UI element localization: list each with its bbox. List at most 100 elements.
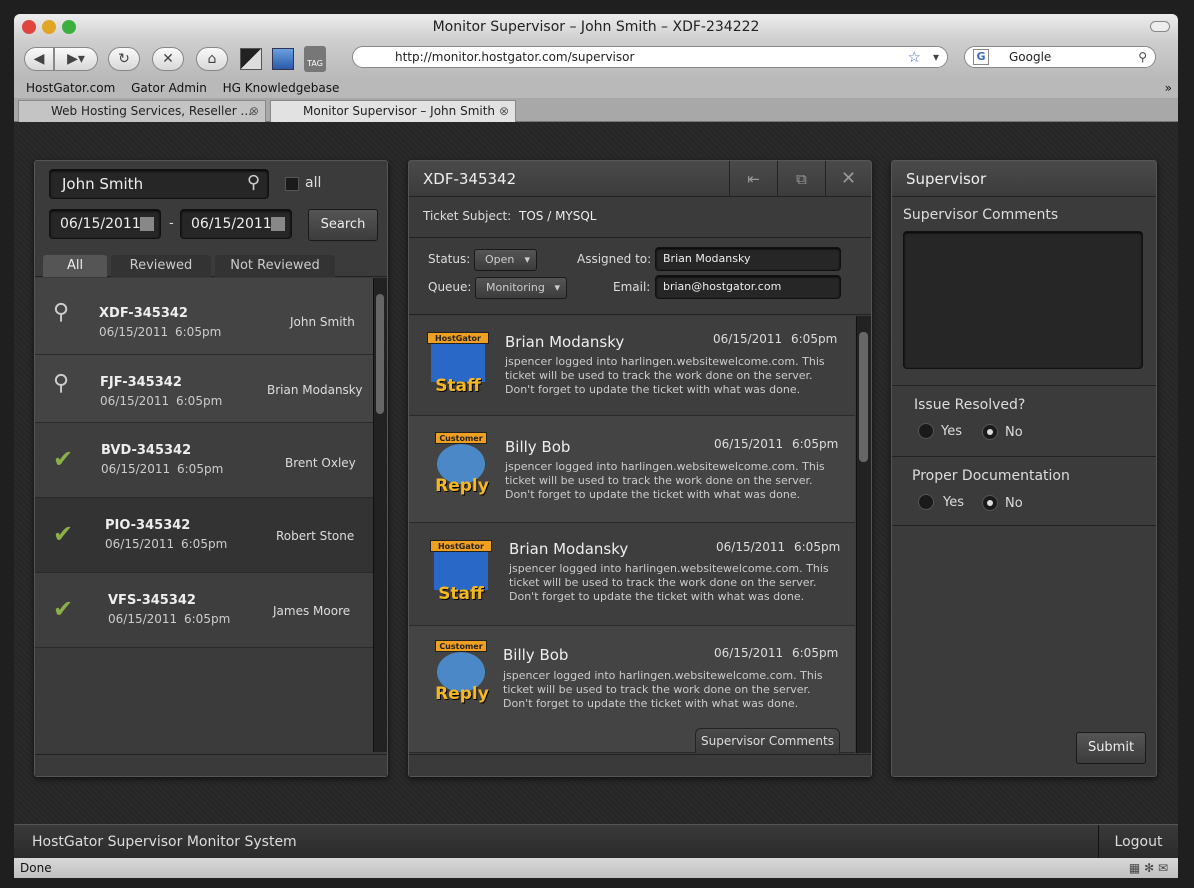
- ticket-row[interactable]: ⚲ FJF-345342 06/15/2011 6:05pm Brian Mod…: [35, 355, 373, 423]
- supervisor-comments-textarea[interactable]: [903, 231, 1143, 369]
- ticket-id: BVD-345342: [101, 443, 192, 458]
- message-scrollbar[interactable]: [856, 316, 871, 753]
- ticket-time: 6:05pm: [175, 325, 222, 339]
- message-author: Brian Modansky: [505, 333, 625, 351]
- url-dropdown-icon[interactable]: ▾: [933, 47, 939, 67]
- customer-avatar: Customer Reply: [431, 640, 493, 706]
- close-window-icon[interactable]: [22, 20, 36, 34]
- browser-tab-webhosting[interactable]: Web Hosting Services, Reseller ... ⊗: [18, 100, 266, 122]
- reload-button[interactable]: ↻: [108, 47, 140, 71]
- magnifier-search-icon[interactable]: ⚲: [247, 169, 260, 197]
- bookmark-page-icon[interactable]: [272, 48, 294, 70]
- date-to-input[interactable]: 06/15/2011: [180, 209, 292, 239]
- badge-top: Customer: [435, 432, 487, 444]
- ticket-assignee: James Moore: [273, 604, 351, 618]
- bookmark-hg-knowledgebase[interactable]: HG Knowledgebase: [223, 81, 340, 95]
- ticket-time: 6:05pm: [184, 612, 231, 626]
- date-from-input[interactable]: 06/15/2011: [49, 209, 161, 239]
- badge-top: HostGator: [427, 332, 489, 344]
- bookmark-gator-admin[interactable]: Gator Admin: [131, 81, 207, 95]
- subject-value: TOS / MYSQL: [519, 209, 597, 223]
- calendar-icon[interactable]: [271, 217, 285, 231]
- badge-bottom: Staff: [435, 376, 481, 396]
- issue-yes-radio[interactable]: [918, 423, 934, 439]
- badge-bottom: Staff: [438, 584, 484, 604]
- message-author: Brian Modansky: [509, 540, 629, 558]
- ticket-row[interactable]: ✔ VFS-345342 06/15/2011 6:05pm James Moo…: [35, 573, 373, 648]
- ticket-id: VFS-345342: [108, 593, 196, 608]
- doc-yes-radio[interactable]: [918, 494, 934, 510]
- close-tab-icon[interactable]: ⊗: [499, 101, 509, 121]
- doc-no-radio[interactable]: [982, 495, 998, 511]
- supervisor-header: Supervisor: [892, 161, 1156, 197]
- customer-avatar: Customer Reply: [431, 432, 493, 498]
- tab-reviewed[interactable]: Reviewed: [111, 255, 211, 277]
- star-icon[interactable]: ☆: [908, 47, 921, 67]
- ticket-list: ⚲ XDF-345342 06/15/2011 6:05pm John Smit…: [35, 278, 373, 752]
- close-icon[interactable]: ✕: [825, 161, 871, 197]
- tab-all[interactable]: All: [43, 255, 107, 277]
- all-checkbox[interactable]: [285, 177, 299, 191]
- search-icon[interactable]: ⚲: [1138, 47, 1147, 67]
- check-icon: ✔: [53, 445, 74, 473]
- supervisor-comments-tab[interactable]: Supervisor Comments: [695, 728, 840, 753]
- status-select[interactable]: Open ▾: [474, 249, 537, 271]
- browser-toolbar: ◀ ▶▾ ↻ ✕ ⌂ TAG http://monitor.hostgator.…: [14, 40, 1178, 78]
- status-icons: ▦ ✻ ✉: [1128, 861, 1168, 875]
- browser-window: Monitor Supervisor – John Smith – XDF-23…: [0, 0, 1194, 888]
- message-date: 06/15/2011: [714, 646, 784, 660]
- ticket-meta: Status: Open ▾ Queue: Monitoring ▾ Assigne…: [409, 239, 871, 315]
- ticket-time: 6:05pm: [176, 394, 223, 408]
- stop-button[interactable]: ✕: [152, 47, 184, 71]
- ticket-date: 06/15/2011: [108, 612, 178, 626]
- ticket-row[interactable]: ✔ PIO-345342 06/15/2011 6:05pm Robert St…: [35, 498, 373, 573]
- page-content: John Smith ⚲ all 06/15/2011 - 06/15/2011…: [14, 122, 1178, 858]
- email-value: brian@hostgator.com: [663, 280, 782, 293]
- toolbar-toggle-icon[interactable]: [1150, 21, 1170, 32]
- ticket-id: PIO-345342: [105, 518, 191, 533]
- web-search-input[interactable]: G Google ⚲: [964, 46, 1156, 68]
- message-date: 06/15/2011: [714, 437, 784, 451]
- ticket-row[interactable]: ⚲ XDF-345342 06/15/2011 6:05pm John Smit…: [35, 278, 373, 355]
- scroll-thumb[interactable]: [376, 294, 384, 414]
- search-engine-name: Google: [1009, 50, 1052, 64]
- calendar-icon[interactable]: [140, 217, 154, 231]
- bookmark-hostgator[interactable]: HostGator.com: [26, 81, 115, 95]
- extension-icon[interactable]: [240, 48, 262, 70]
- logout-button[interactable]: Logout: [1098, 825, 1178, 859]
- submit-button[interactable]: Submit: [1076, 732, 1146, 764]
- ticket-list-scrollbar[interactable]: [373, 278, 387, 752]
- queue-select[interactable]: Monitoring ▾: [475, 277, 567, 299]
- zoom-window-icon[interactable]: [62, 20, 76, 34]
- close-tab-icon[interactable]: ⊗: [249, 101, 259, 121]
- ticket-assignee: John Smith: [290, 315, 355, 329]
- bookmarks-overflow-icon[interactable]: »: [1165, 78, 1172, 98]
- popout-icon[interactable]: ⧉: [777, 161, 825, 197]
- title-bar: Monitor Supervisor – John Smith – XDF-23…: [14, 14, 1178, 40]
- message-date: 06/15/2011: [713, 332, 783, 346]
- filter-tabs: All Reviewed Not Reviewed: [35, 251, 387, 277]
- forward-button[interactable]: ▶▾: [54, 47, 98, 71]
- message-body: jspencer logged into harlingen.websitewe…: [505, 355, 825, 396]
- ticket-assignee: Brent Oxley: [285, 456, 356, 470]
- minimize-window-icon[interactable]: [42, 20, 56, 34]
- browser-tab-monitor[interactable]: Monitor Supervisor – John Smith ⊗: [270, 100, 516, 122]
- issue-no-radio[interactable]: [982, 424, 998, 440]
- message-item: Customer Reply Billy Bob 06/15/2011 6:05…: [409, 626, 855, 753]
- queue-label: Queue:: [428, 280, 472, 294]
- url-bar[interactable]: http://monitor.hostgator.com/supervisor …: [352, 46, 948, 68]
- email-input[interactable]: brian@hostgator.com: [655, 275, 841, 299]
- tab-not-reviewed[interactable]: Not Reviewed: [215, 255, 335, 277]
- search-input[interactable]: John Smith ⚲: [49, 169, 269, 199]
- collapse-icon[interactable]: ⇤: [729, 161, 777, 197]
- assigned-input[interactable]: Brian Modansky: [655, 247, 841, 271]
- staff-avatar: HostGator Staff: [430, 540, 492, 606]
- scroll-thumb[interactable]: [859, 332, 868, 462]
- search-button[interactable]: Search: [308, 209, 378, 241]
- tag-icon[interactable]: TAG: [304, 46, 326, 72]
- back-button[interactable]: ◀: [24, 47, 54, 71]
- ticket-row[interactable]: ✔ BVD-345342 06/15/2011 6:05pm Brent Oxl…: [35, 423, 373, 498]
- google-icon[interactable]: G: [973, 49, 989, 65]
- home-button[interactable]: ⌂: [196, 47, 228, 71]
- message-time: 6:05pm: [792, 646, 839, 660]
